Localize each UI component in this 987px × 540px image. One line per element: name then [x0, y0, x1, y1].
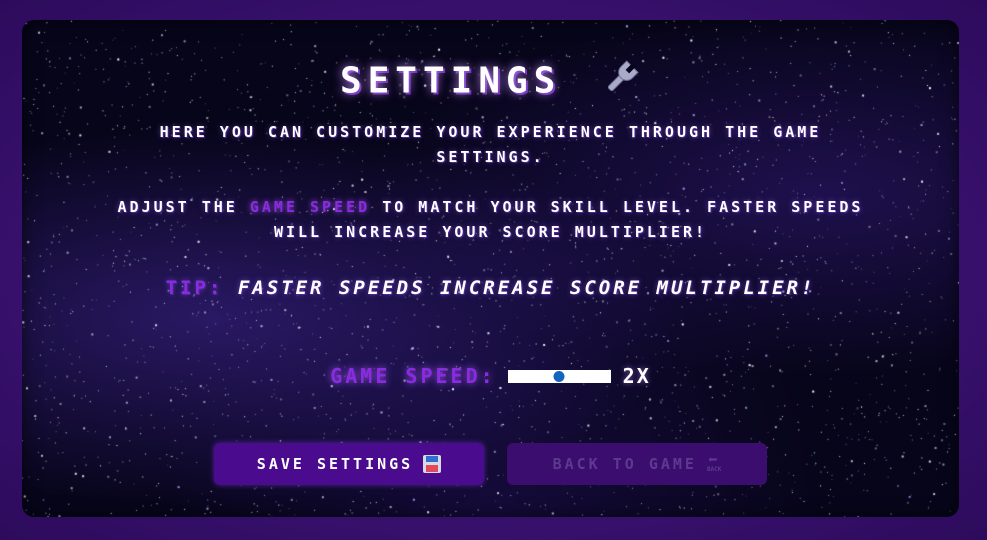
adjust-prefix: ADJUST THE	[117, 198, 250, 216]
tip-text: FASTER SPEEDS INCREASE SCORE MULTIPLIER!	[237, 277, 816, 299]
settings-panel: SETTINGS HERE YOU CAN CUSTOMIZE YOUR EXP…	[22, 20, 959, 517]
tip-line: TIP: FASTER SPEEDS INCREASE SCORE MULTIP…	[22, 277, 959, 299]
wrench-icon	[601, 58, 641, 107]
game-speed-slider[interactable]	[507, 369, 611, 383]
save-settings-button[interactable]: SAVE SETTINGS	[214, 443, 484, 485]
back-arrow-icon: ⬅ BACK	[706, 450, 722, 474]
game-speed-value: 2X	[622, 364, 651, 388]
tip-label: TIP:	[165, 277, 224, 299]
intro-text: HERE YOU CAN CUSTOMIZE YOUR EXPERIENCE T…	[159, 123, 822, 166]
back-icon-text: BACK	[706, 466, 722, 473]
adjust-text: ADJUST THE GAME SPEED TO MATCH YOUR SKIL…	[112, 195, 869, 245]
game-speed-control: GAME SPEED: 2X	[22, 361, 959, 391]
game-speed-highlight: GAME SPEED	[249, 198, 371, 216]
floppy-disk-icon	[423, 455, 442, 473]
title-text: SETTINGS	[339, 60, 562, 102]
slider-thumb[interactable]	[553, 370, 565, 382]
settings-content: SETTINGS HERE YOU CAN CUSTOMIZE YOUR EXP…	[22, 20, 959, 517]
game-speed-label: GAME SPEED:	[330, 364, 496, 388]
back-to-game-button[interactable]: BACK TO GAME ⬅ BACK	[507, 443, 767, 485]
save-settings-label: SAVE SETTINGS	[256, 455, 414, 473]
page-title: SETTINGS	[22, 58, 959, 107]
back-to-game-label: BACK TO GAME	[552, 455, 697, 473]
window-frame: SETTINGS HERE YOU CAN CUSTOMIZE YOUR EXP…	[0, 0, 987, 540]
